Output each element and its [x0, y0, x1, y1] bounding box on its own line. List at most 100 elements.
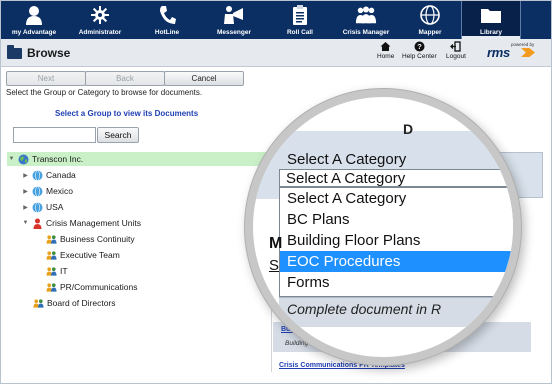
category-dropdown-list: Select A Category BC Plans Building Floo…: [279, 187, 513, 312]
globe-icon: [18, 154, 29, 165]
team-icon: [46, 282, 57, 293]
nav-my-advantage[interactable]: my Advantage: [1, 1, 67, 39]
tree-label: IT: [60, 266, 68, 276]
tree-item-root[interactable]: ▼ Transcon Inc.: [7, 152, 271, 166]
help-icon: ?: [414, 41, 425, 52]
nav-mapper[interactable]: Mapper: [399, 1, 461, 39]
tree-item-pr-communications[interactable]: PR/Communications: [46, 280, 137, 294]
logout-link[interactable]: Logout: [446, 41, 466, 60]
expand-arrow-icon: ▶: [23, 188, 28, 195]
page-header: Browse: [1, 39, 551, 67]
magnified-heading: D: [403, 121, 414, 137]
category-option[interactable]: Forms: [280, 272, 513, 293]
group-tree: ▼ Transcon Inc. ▶ Canada ▶ Mexico ▶ USA …: [7, 152, 271, 372]
tree-item-it[interactable]: IT: [46, 264, 68, 278]
logout-label: Logout: [446, 53, 466, 60]
globe-icon: [32, 201, 43, 213]
document-link[interactable]: Crisis Communications PR Templates: [279, 362, 405, 369]
search-button[interactable]: Search: [97, 127, 139, 143]
nav-messenger[interactable]: Messenger: [201, 1, 267, 39]
tree-item-board[interactable]: Board of Directors: [33, 296, 116, 310]
team-icon: [46, 266, 57, 277]
team-icon: [46, 250, 57, 261]
tree-label: PR/Communications: [60, 282, 138, 292]
people-icon: [355, 4, 377, 26]
tree-label: Executive Team: [60, 250, 120, 260]
category-option[interactable]: Select A Category: [280, 188, 513, 209]
expand-arrow-icon: ▶: [23, 172, 28, 179]
collapse-arrow-icon: ▼: [8, 156, 15, 162]
tree-label: Business Continuity: [60, 234, 135, 244]
nav-crisis-manager[interactable]: Crisis Manager: [333, 1, 399, 39]
folder-icon: [480, 4, 502, 26]
nav-label: Crisis Manager: [342, 29, 390, 36]
category-option[interactable]: Building Floor Plans: [280, 230, 513, 251]
nav-label: my Advantage: [11, 29, 57, 36]
folder-icon: [7, 45, 22, 59]
search-input[interactable]: [13, 127, 96, 143]
top-nav: my Advantage Administrator HotLine Messe…: [1, 1, 551, 39]
help-center-link[interactable]: ? Help Center: [402, 41, 437, 60]
tree-item-executive-team[interactable]: Executive Team: [46, 248, 120, 262]
globe-icon: [32, 185, 43, 197]
nav-administrator[interactable]: Administrator: [67, 1, 133, 39]
globe-icon: [32, 169, 43, 181]
category-label: Select A Category: [287, 151, 407, 168]
tree-item-business-continuity[interactable]: Business Continuity: [46, 232, 135, 246]
magnifier-lens: D Select A Category Select A Category ▼ …: [253, 97, 513, 357]
tree-label: Board of Directors: [47, 298, 116, 308]
next-button[interactable]: Next: [6, 71, 86, 86]
nav-label: Administrator: [78, 29, 122, 36]
instructions-text: Select the Group or Category to browse f…: [6, 88, 203, 97]
tree-label: Mexico: [46, 186, 73, 196]
person-icon: [23, 4, 45, 26]
nav-label: HotLine: [154, 29, 180, 36]
magnified-sub-letter: S: [269, 257, 280, 274]
category-select-value: Select A Category: [286, 170, 406, 187]
globe-icon: [419, 4, 441, 26]
page-title: Browse: [27, 46, 71, 60]
back-button[interactable]: Back: [85, 71, 165, 86]
red-person-icon: [32, 218, 43, 229]
home-label: Home: [377, 53, 395, 60]
clipboard-icon: [289, 4, 311, 26]
nav-label: Roll Call: [286, 29, 313, 36]
complete-document-note: Complete document in R: [287, 301, 442, 317]
nav-library[interactable]: Library: [461, 1, 521, 39]
category-select[interactable]: Select A Category ▼: [279, 169, 513, 187]
category-option-highlighted[interactable]: EOC Procedures: [280, 251, 513, 272]
nav-hotline[interactable]: HotLine: [133, 1, 201, 39]
magnified-section-letter: M: [269, 235, 283, 252]
gear-icon: [89, 4, 111, 26]
home-icon: [380, 41, 391, 52]
nav-label: Mapper: [418, 29, 442, 36]
megaphone-icon: [223, 4, 245, 26]
brand-tagline: powered by: [511, 42, 535, 47]
team-icon: [33, 298, 44, 309]
home-link[interactable]: Home: [377, 41, 394, 60]
group-hint: Select a Group to view its Documents: [55, 109, 199, 118]
tree-label: Transcon Inc.: [32, 154, 84, 164]
phone-icon: [156, 4, 178, 26]
tree-label: Canada: [46, 170, 76, 180]
svg-text:?: ?: [417, 42, 422, 51]
tree-item-crisis-units[interactable]: ▼ Crisis Management Units: [21, 216, 141, 230]
tree-item-canada[interactable]: ▶ Canada: [21, 168, 76, 182]
category-option[interactable]: BC Plans: [280, 209, 513, 230]
browse-window: my Advantage Administrator HotLine Messe…: [0, 0, 552, 384]
magnified-view: D Select A Category Select A Category ▼ …: [253, 97, 513, 357]
nav-label: Library: [479, 29, 503, 36]
collapse-arrow-icon: ▼: [22, 220, 29, 226]
help-label: Help Center: [402, 53, 437, 60]
logout-icon: [450, 41, 462, 52]
brand-logo: rms: [487, 45, 510, 60]
expand-arrow-icon: ▶: [23, 204, 28, 211]
tree-item-usa[interactable]: ▶ USA: [21, 200, 63, 214]
nav-label: Messenger: [217, 29, 251, 36]
tree-label: Crisis Management Units: [46, 218, 141, 228]
cancel-button[interactable]: Cancel: [164, 71, 244, 86]
nav-roll-call[interactable]: Roll Call: [267, 1, 333, 39]
tree-item-mexico[interactable]: ▶ Mexico: [21, 184, 73, 198]
tree-label: USA: [46, 202, 64, 212]
team-icon: [46, 234, 57, 245]
